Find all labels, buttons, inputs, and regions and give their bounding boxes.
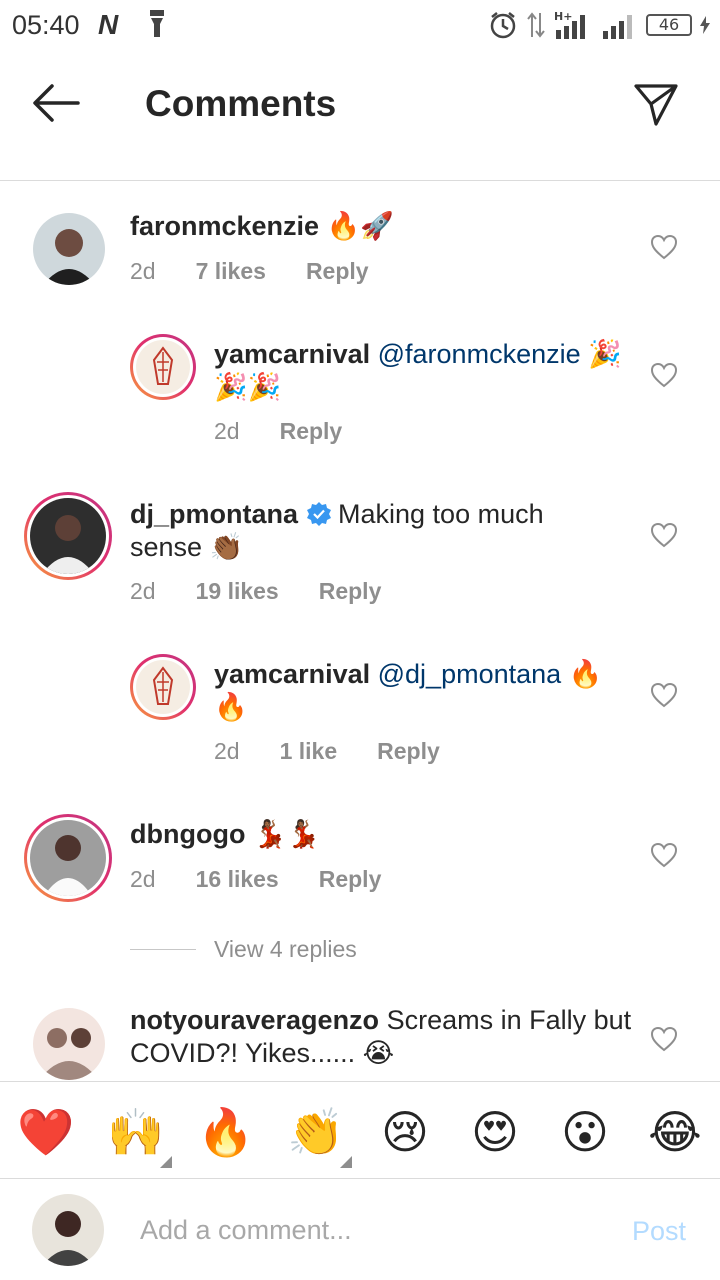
back-arrow-icon[interactable] <box>30 80 82 126</box>
status-time: 05:40 <box>12 10 80 40</box>
svg-text:H+: H+ <box>554 10 572 23</box>
comment-time: 2d <box>130 578 156 604</box>
skin-tone-indicator <box>160 1156 172 1168</box>
comment-composer: Post <box>0 1180 720 1280</box>
charging-icon <box>700 16 710 34</box>
heart-emoji-button[interactable]: ❤️ <box>17 1104 74 1160</box>
mention-link[interactable]: @faronmckenzie <box>378 339 581 369</box>
comment-item: faronmckenzie 🔥🚀 2d 7 likes Reply <box>0 182 720 312</box>
reply-item: yamcarnival @dj_pmontana 🔥🔥 2d 1 like Re… <box>0 632 720 792</box>
comment-item: dbngogo 💃🏾💃🏾 2d 16 likes Reply <box>0 792 720 922</box>
comment-item: dj_pmontana Making too much sense 👏🏾 2d … <box>0 472 720 632</box>
view-replies-button[interactable]: View 4 replies <box>130 934 357 964</box>
status-icons: H+ 46 <box>488 8 710 42</box>
comment-likes[interactable]: 7 likes <box>196 258 266 285</box>
comment-time: 2d <box>130 866 156 892</box>
post-button[interactable]: Post <box>632 1216 686 1247</box>
emoji-quick-bar: ❤️ 🙌 🔥 👏 😢 😍 😮 😂 <box>0 1081 720 1179</box>
reply-button[interactable]: Reply <box>377 738 440 765</box>
heart-eyes-emoji-button[interactable]: 😍 <box>467 1104 523 1160</box>
comment-username[interactable]: dbngogo <box>130 819 245 849</box>
avatar[interactable] <box>24 492 112 580</box>
like-heart-icon[interactable] <box>650 682 678 708</box>
comment-username[interactable]: yamcarnival <box>214 339 370 369</box>
direct-send-icon[interactable] <box>630 80 682 128</box>
view-replies-label: View 4 replies <box>214 935 357 962</box>
reply-button[interactable]: Reply <box>280 418 343 445</box>
comment-likes[interactable]: 16 likes <box>196 866 279 893</box>
header: Comments <box>0 50 720 181</box>
comment-time: 2d <box>214 738 240 764</box>
signal-h-plus-icon: H+ <box>554 10 585 39</box>
verified-badge-icon <box>307 502 332 526</box>
comment-username[interactable]: yamcarnival <box>214 659 370 689</box>
laughing-emoji-button[interactable]: 😂 <box>647 1104 703 1160</box>
comment-item: notyouraveragenzo Screams in Fally but C… <box>0 992 720 1080</box>
comment-text: 💃🏾💃🏾 <box>252 819 321 849</box>
alarm-icon <box>490 12 516 39</box>
page-title: Comments <box>145 83 337 124</box>
comment-time: 2d <box>214 418 240 444</box>
comment-username[interactable]: dj_pmontana <box>130 499 298 529</box>
flashlight-icon <box>150 10 164 37</box>
crying-emoji-button[interactable]: 😢 <box>377 1104 433 1160</box>
reply-button[interactable]: Reply <box>319 866 382 893</box>
comment-list[interactable]: faronmckenzie 🔥🚀 2d 7 likes Reply yamcar… <box>0 182 720 1080</box>
avatar[interactable] <box>130 334 196 400</box>
like-heart-icon[interactable] <box>650 1026 678 1052</box>
like-heart-icon[interactable] <box>650 522 678 548</box>
reply-button[interactable]: Reply <box>319 578 382 605</box>
mention-link[interactable]: @dj_pmontana <box>378 659 562 689</box>
clapping-emoji-button[interactable]: 👏 <box>287 1104 344 1160</box>
reply-button[interactable]: Reply <box>306 258 369 285</box>
comment-likes[interactable]: 19 likes <box>196 578 279 605</box>
comment-likes[interactable]: 1 like <box>280 738 338 765</box>
comment-username[interactable]: faronmckenzie <box>130 211 319 241</box>
avatar[interactable] <box>24 814 112 902</box>
avatar[interactable] <box>33 1008 105 1080</box>
current-user-avatar <box>32 1194 104 1266</box>
skin-tone-indicator <box>340 1156 352 1168</box>
fire-emoji-button[interactable]: 🔥 <box>197 1104 254 1160</box>
view-replies-line <box>130 948 196 950</box>
comment-input[interactable] <box>140 1208 600 1252</box>
signal-icon <box>603 15 632 39</box>
like-heart-icon[interactable] <box>650 842 678 868</box>
comment-username[interactable]: notyouraveragenzo <box>130 1005 379 1035</box>
reply-item: yamcarnival @faronmckenzie 🎉🎉🎉 2d Reply <box>0 312 720 472</box>
avatar[interactable] <box>33 213 105 285</box>
surprised-emoji-button[interactable]: 😮 <box>557 1104 613 1160</box>
data-transfer-icon <box>527 12 545 38</box>
avatar[interactable] <box>130 654 196 720</box>
comment-time: 2d <box>130 258 156 284</box>
comment-text: 🔥🚀 <box>326 211 394 241</box>
raising-hands-emoji-button[interactable]: 🙌 <box>107 1104 164 1160</box>
battery-icon: 46 <box>646 14 692 36</box>
nfc-icon: N <box>98 9 119 40</box>
like-heart-icon[interactable] <box>650 234 678 260</box>
like-heart-icon[interactable] <box>650 362 678 388</box>
status-bar: 05:40 N H+ 46 <box>0 0 720 50</box>
